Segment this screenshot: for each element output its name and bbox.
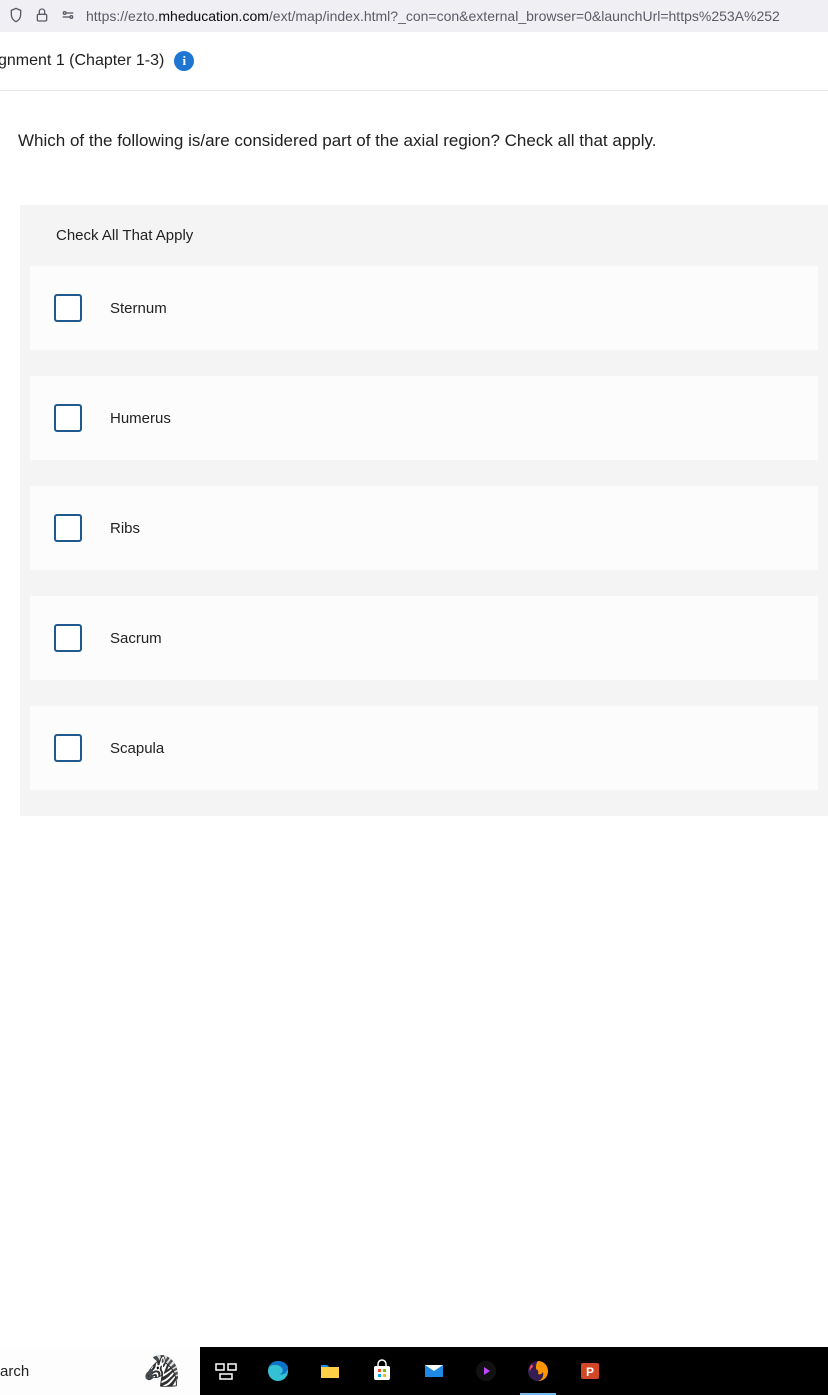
checkbox[interactable] <box>54 624 82 652</box>
option-row[interactable]: Scapula <box>30 706 818 790</box>
taskbar-apps: P <box>200 1347 616 1395</box>
taskbar-search[interactable]: arch 🦓 <box>0 1347 200 1395</box>
option-label: Scapula <box>110 740 164 757</box>
options-list: Sternum Humerus Ribs Sacrum Scapula <box>20 266 828 816</box>
ms-store-icon[interactable] <box>356 1347 408 1395</box>
zebra-icon: 🦓 <box>132 1351 192 1391</box>
question-area: Which of the following is/are considered… <box>0 91 828 816</box>
option-label: Sternum <box>110 300 167 317</box>
info-icon[interactable]: i <box>174 51 194 71</box>
edge-icon[interactable] <box>252 1347 304 1395</box>
assignment-header: gnment 1 (Chapter 1-3) i <box>0 32 828 91</box>
option-row[interactable]: Sternum <box>30 266 818 350</box>
lock-icon[interactable] <box>34 7 50 26</box>
answer-panel: Check All That Apply Sternum Humerus Rib… <box>20 205 828 816</box>
firefox-icon[interactable] <box>512 1347 564 1395</box>
option-row[interactable]: Sacrum <box>30 596 818 680</box>
browser-url-bar: https://ezto.mheducation.com/ext/map/ind… <box>0 0 828 32</box>
media-icon[interactable] <box>460 1347 512 1395</box>
option-row[interactable]: Ribs <box>30 486 818 570</box>
checkbox[interactable] <box>54 294 82 322</box>
option-row[interactable]: Humerus <box>30 376 818 460</box>
checkbox[interactable] <box>54 734 82 762</box>
url-text[interactable]: https://ezto.mheducation.com/ext/map/ind… <box>86 8 780 24</box>
svg-text:P: P <box>586 1365 594 1379</box>
option-label: Ribs <box>110 520 140 537</box>
task-view-icon[interactable] <box>200 1347 252 1395</box>
shield-icon[interactable] <box>8 7 24 26</box>
file-explorer-icon[interactable] <box>304 1347 356 1395</box>
windows-taskbar: arch 🦓 P <box>0 1347 828 1395</box>
checkbox[interactable] <box>54 404 82 432</box>
permissions-icon[interactable] <box>60 7 76 26</box>
powerpoint-icon[interactable]: P <box>564 1347 616 1395</box>
search-text: arch <box>0 1363 29 1380</box>
option-label: Sacrum <box>110 630 162 647</box>
option-label: Humerus <box>110 410 171 427</box>
assignment-title: gnment 1 (Chapter 1-3) <box>0 52 164 70</box>
checkbox[interactable] <box>54 514 82 542</box>
mail-icon[interactable] <box>408 1347 460 1395</box>
panel-title: Check All That Apply <box>20 205 828 266</box>
question-prompt: Which of the following is/are considered… <box>18 131 828 151</box>
